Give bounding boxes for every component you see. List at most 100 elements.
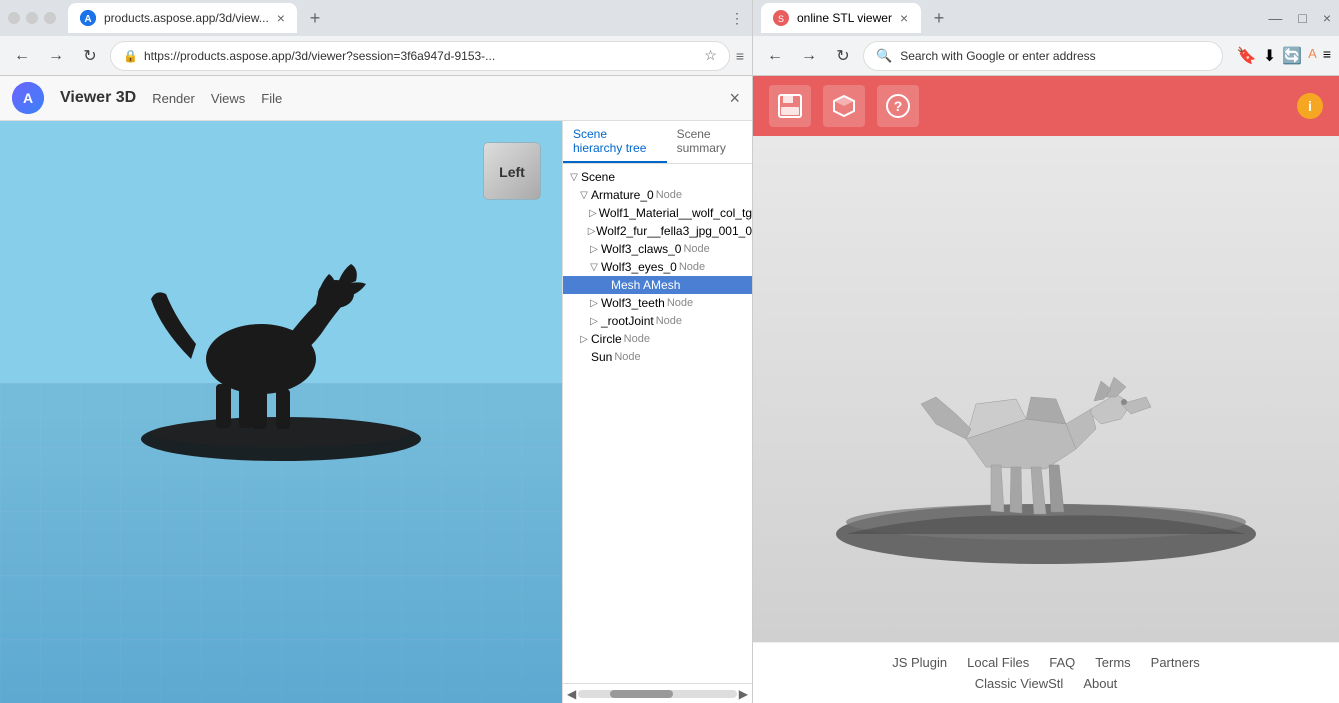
refresh-btn[interactable]: ↻ <box>76 42 104 70</box>
address-text: https://products.aspose.app/3d/viewer?se… <box>144 49 698 63</box>
menu-file[interactable]: File <box>261 91 282 106</box>
app-close-btn[interactable]: × <box>729 88 740 109</box>
footer-link-local-files[interactable]: Local Files <box>967 655 1029 670</box>
info-btn[interactable]: i <box>1297 93 1323 119</box>
right-tab-favicon: S <box>773 10 789 26</box>
address-bar[interactable]: 🔒 https://products.aspose.app/3d/viewer?… <box>110 41 730 71</box>
viewer-area: Left Scene hierarchy tree Scene summary … <box>0 121 752 703</box>
tree-arrow: ▷ <box>587 208 599 219</box>
tree-arrow: ▽ <box>567 172 581 183</box>
tab-favicon: A <box>80 10 96 26</box>
tree-arrow: ▽ <box>577 190 591 201</box>
tree-item-wolf1[interactable]: ▷ Wolf1_Material__wolf_col_tg <box>563 204 752 222</box>
stl-wolf-model <box>836 239 1256 582</box>
right-maximize-btn[interactable]: □ <box>1298 10 1306 26</box>
footer-links-row1: JS Plugin Local Files FAQ Terms Partners <box>773 655 1319 670</box>
tab-scene-hierarchy[interactable]: Scene hierarchy tree <box>563 121 667 163</box>
footer-links-row2: Classic ViewStl About <box>773 676 1319 691</box>
tree-item-rootjoint[interactable]: ▷ _rootJoint Node <box>563 312 752 330</box>
right-close-btn[interactable]: × <box>1323 10 1331 26</box>
tree-item-circle[interactable]: ▷ Circle Node <box>563 330 752 348</box>
tree-label-selected: Mesh AMesh <box>611 278 680 292</box>
app-title: Viewer 3D <box>60 89 136 107</box>
tree-item-scene[interactable]: ▽ Scene <box>563 168 752 186</box>
right-nav-btn-2[interactable]: ⬇ <box>1263 46 1276 66</box>
active-tab[interactable]: A products.aspose.app/3d/view... × <box>68 3 297 33</box>
tab-title: products.aspose.app/3d/view... <box>104 11 269 25</box>
tree-label: Wolf3_eyes_0 <box>601 260 677 274</box>
left-nav-bar: ← → ↻ 🔒 https://products.aspose.app/3d/v… <box>0 36 752 76</box>
help-btn[interactable]: ? <box>877 85 919 127</box>
tree-item-sun[interactable]: Sun Node <box>563 348 752 366</box>
scene-horizontal-scrollbar[interactable]: ◀ ▶ <box>563 683 752 703</box>
tree-item-wolf3-teeth[interactable]: ▷ Wolf3_teeth Node <box>563 294 752 312</box>
tree-item-wolf2[interactable]: ▷ Wolf2_fur__fella3_jpg_001_0 <box>563 222 752 240</box>
back-btn[interactable]: ← <box>8 42 36 70</box>
scroll-thumb[interactable] <box>610 690 673 698</box>
tree-item-wolf3-claws[interactable]: ▷ Wolf3_claws_0 Node <box>563 240 752 258</box>
right-address-text: Search with Google or enter address <box>900 49 1095 63</box>
tree-type: Node <box>614 351 640 363</box>
right-nav-btn-3[interactable]: 🔄 <box>1282 46 1302 66</box>
footer-link-js-plugin[interactable]: JS Plugin <box>892 655 947 670</box>
window-control-maximize[interactable] <box>26 12 38 24</box>
right-refresh-btn[interactable]: ↻ <box>829 42 857 70</box>
tree-type: Node <box>667 297 693 309</box>
footer-link-terms[interactable]: Terms <box>1095 655 1130 670</box>
right-tab-close-btn[interactable]: × <box>900 10 908 26</box>
right-back-btn[interactable]: ← <box>761 42 789 70</box>
left-browser-chrome: A products.aspose.app/3d/view... × + ⋮ ←… <box>0 0 752 76</box>
svg-text:S: S <box>778 14 784 24</box>
scroll-right-btn[interactable]: ▶ <box>739 687 748 701</box>
left-browser-window: A products.aspose.app/3d/view... × + ⋮ ←… <box>0 0 753 703</box>
right-nav-btn-4[interactable]: A <box>1308 46 1317 66</box>
menu-render[interactable]: Render <box>152 91 195 106</box>
scroll-track[interactable] <box>578 690 737 698</box>
tree-label: Sun <box>591 350 612 364</box>
tree-item-armature[interactable]: ▽ Armature_0 Node <box>563 186 752 204</box>
scene-panel: Scene hierarchy tree Scene summary ▽ Sce… <box>562 121 752 703</box>
footer-link-faq[interactable]: FAQ <box>1049 655 1075 670</box>
right-forward-btn[interactable]: → <box>795 42 823 70</box>
orientation-cube[interactable]: Left <box>482 141 542 201</box>
tab-scene-summary[interactable]: Scene summary <box>667 121 752 163</box>
tree-item-mesh-amesh[interactable]: Mesh AMesh <box>563 276 752 294</box>
tree-label: _rootJoint <box>601 314 654 328</box>
app-logo: A <box>12 82 44 114</box>
forward-btn[interactable]: → <box>42 42 70 70</box>
right-search-icon: 🔍 <box>876 48 892 64</box>
right-minimize-btn[interactable]: — <box>1268 10 1282 26</box>
tree-type: Node <box>624 333 650 345</box>
new-tab-btn[interactable]: + <box>301 4 329 32</box>
cube-btn[interactable] <box>823 85 865 127</box>
right-new-tab-btn[interactable]: + <box>925 4 953 32</box>
tree-arrow: ▷ <box>587 298 601 309</box>
tree-type: Node <box>656 189 682 201</box>
tree-arrow: ▷ <box>587 226 596 237</box>
bookmark-icon[interactable]: ☆ <box>704 47 717 64</box>
right-active-tab[interactable]: S online STL viewer × <box>761 3 921 33</box>
window-control-close[interactable] <box>44 12 56 24</box>
tree-type: Node <box>683 243 709 255</box>
lock-icon: 🔒 <box>123 49 138 63</box>
tree-item-wolf3-eyes[interactable]: ▽ Wolf3_eyes_0 Node <box>563 258 752 276</box>
stl-3d-viewport[interactable] <box>753 136 1339 642</box>
save-btn[interactable] <box>769 85 811 127</box>
tab-close-btn[interactable]: × <box>277 10 285 26</box>
3d-viewport[interactable]: Left <box>0 121 562 703</box>
scroll-left-btn[interactable]: ◀ <box>567 687 576 701</box>
footer-link-about[interactable]: About <box>1083 676 1117 691</box>
window-control-minimize[interactable] <box>8 12 20 24</box>
extensions-btn[interactable]: ≡ <box>736 48 744 64</box>
tree-label: Wolf3_claws_0 <box>601 242 681 256</box>
footer-link-partners[interactable]: Partners <box>1151 655 1200 670</box>
right-address-bar[interactable]: 🔍 Search with Google or enter address <box>863 41 1223 71</box>
tab-bar-menu[interactable]: ⋮ <box>730 10 744 27</box>
nav-extra-buttons: ≡ <box>736 48 744 64</box>
right-nav-btn-5[interactable]: ≡ <box>1323 46 1331 66</box>
footer-link-classic-viewstl[interactable]: Classic ViewStl <box>975 676 1064 691</box>
tree-arrow: ▽ <box>587 262 601 273</box>
right-nav-btn-1[interactable]: 🔖 <box>1237 46 1257 66</box>
menu-views[interactable]: Views <box>211 91 245 106</box>
right-tab-bar: S online STL viewer × + — □ × <box>753 0 1339 36</box>
